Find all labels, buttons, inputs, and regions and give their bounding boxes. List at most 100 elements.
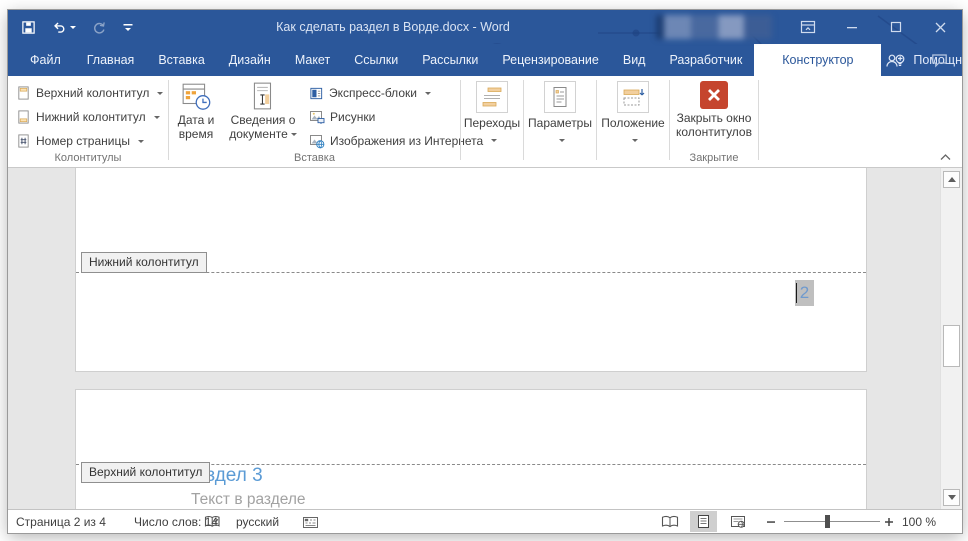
status-bar: Страница 2 из 4 Число слов: 14 русский	[8, 509, 962, 533]
web-layout-button[interactable]	[724, 511, 751, 532]
tab-developer[interactable]: Разработчик	[657, 44, 754, 76]
tab-references[interactable]: Ссылки	[342, 44, 410, 76]
section-body-text[interactable]: Текст в разделе	[191, 491, 306, 509]
group-label: Вставка	[169, 152, 460, 164]
dropdown-arrow-icon	[154, 116, 160, 119]
triangle-up-icon	[948, 177, 956, 182]
minimize-button[interactable]	[830, 10, 874, 44]
customize-qat-button[interactable]	[119, 15, 137, 39]
tab-insert[interactable]: Вставка	[146, 44, 216, 76]
zoom-in-button[interactable]	[884, 510, 894, 533]
tab-header-footer-design[interactable]: Конструктор	[754, 44, 881, 76]
tab-file[interactable]: Файл	[16, 44, 75, 76]
document-page-1: Нижний колонтитул 2	[75, 168, 867, 372]
undo-button[interactable]	[48, 15, 79, 39]
tab-view[interactable]: Вид	[611, 44, 658, 76]
quick-parts-icon	[309, 86, 324, 101]
tab-design[interactable]: Дизайн	[217, 44, 283, 76]
page-number-value: 2	[800, 283, 809, 302]
word-window: Как сделать раздел в Ворде.docx - Word	[8, 10, 962, 533]
chevron-up-icon	[940, 154, 951, 161]
header-button-label: Верхний колонтитул	[36, 86, 149, 100]
document-area: Нижний колонтитул 2 Верхний колонтитул Р…	[8, 168, 962, 509]
ribbon: Верхний колонтитул Нижний колонтитул Ном…	[8, 76, 962, 168]
group-header-footer: Верхний колонтитул Нижний колонтитул Ном…	[8, 76, 168, 167]
proofing-status-button[interactable]	[204, 510, 221, 533]
footer-button-label: Нижний колонтитул	[36, 110, 146, 124]
tab-layout[interactable]: Макет	[283, 44, 342, 76]
options-button[interactable]: Параметры	[524, 78, 596, 147]
zoom-level[interactable]: 100 %	[902, 510, 936, 533]
options-glyph	[548, 85, 572, 109]
collapse-ribbon-button[interactable]	[936, 150, 954, 164]
redacted-username	[656, 15, 772, 39]
footer-button[interactable]: Нижний колонтитул	[12, 106, 164, 128]
minimize-icon	[846, 21, 858, 33]
scrollbar-thumb[interactable]	[943, 325, 960, 367]
close-header-footer-label: Закрыть окно колонтитулов	[672, 111, 756, 139]
dropdown-arrow-icon	[632, 139, 638, 142]
header-button[interactable]: Верхний колонтитул	[12, 82, 167, 104]
triangle-down-icon	[948, 495, 956, 500]
window-controls	[786, 10, 962, 44]
position-icon	[617, 81, 649, 113]
scroll-down-button[interactable]	[943, 489, 960, 506]
vertical-scrollbar[interactable]	[940, 168, 962, 509]
comments-button[interactable]	[931, 44, 948, 76]
tab-home[interactable]: Главная	[75, 44, 147, 76]
share-button[interactable]	[884, 44, 904, 76]
scroll-up-button[interactable]	[943, 171, 960, 188]
close-icon	[934, 21, 947, 34]
dropdown-arrow-icon	[138, 140, 144, 143]
group-position: Положение	[597, 76, 669, 167]
document-info-icon	[249, 81, 277, 111]
customize-qat-icon	[122, 20, 134, 34]
maximize-button[interactable]	[874, 10, 918, 44]
comment-icon	[931, 53, 948, 68]
dropdown-arrow-icon	[70, 26, 76, 29]
group-label: Закрытие	[670, 152, 758, 164]
pictures-button[interactable]: Рисунки	[305, 106, 379, 128]
group-separator	[758, 80, 759, 160]
language-indicator[interactable]: русский	[236, 510, 279, 533]
ribbon-display-options-button[interactable]	[786, 10, 830, 44]
position-button[interactable]: Положение	[597, 78, 669, 147]
date-time-button[interactable]: Дата и время	[171, 78, 221, 162]
tab-mailings[interactable]: Рассылки	[410, 44, 490, 76]
group-options: Параметры	[524, 76, 596, 167]
save-icon	[21, 20, 36, 35]
page-number-field[interactable]: 2	[795, 280, 814, 306]
proofing-book-icon	[204, 515, 221, 529]
ribbon-display-options-icon	[800, 20, 816, 34]
page-indicator[interactable]: Страница 2 из 4	[16, 510, 106, 533]
close-window-button[interactable]	[918, 10, 962, 44]
plus-icon	[884, 517, 894, 527]
document-info-button[interactable]: Сведения о документе	[223, 78, 303, 162]
print-layout-button[interactable]	[690, 511, 717, 532]
zoom-out-button[interactable]	[766, 510, 776, 533]
redo-button[interactable]	[88, 15, 110, 39]
zoom-slider-thumb[interactable]	[825, 515, 830, 528]
quick-parts-button[interactable]: Экспресс-блоки	[305, 82, 435, 104]
web-layout-icon	[730, 515, 746, 529]
read-mode-button[interactable]	[656, 511, 683, 532]
zoom-slider[interactable]	[784, 521, 880, 522]
page-number-button[interactable]: Номер страницы	[12, 130, 148, 152]
tab-review[interactable]: Рецензирование	[490, 44, 611, 76]
header-tag: Верхний колонтитул	[81, 462, 210, 483]
options-label: Параметры	[524, 116, 596, 130]
save-button[interactable]	[18, 15, 39, 39]
text-cursor	[796, 283, 797, 303]
macro-record-button[interactable]	[302, 510, 319, 533]
close-header-footer-button[interactable]: Закрыть окно колонтитулов	[672, 78, 756, 139]
read-mode-icon	[661, 515, 679, 529]
close-red-icon	[700, 81, 728, 109]
window-title: Как сделать раздел в Ворде.docx - Word	[208, 10, 578, 44]
navigation-button[interactable]: Переходы	[461, 78, 523, 147]
document-info-label: Сведения о документе	[229, 113, 295, 141]
print-layout-icon	[697, 514, 710, 529]
ribbon-tab-bar: Файл Главная Вставка Дизайн Макет Ссылки…	[8, 44, 962, 76]
date-time-label: Дата и время	[171, 113, 221, 141]
dropdown-arrow-icon	[491, 139, 497, 142]
group-insert: Дата и время Сведения о документе	[169, 76, 460, 167]
